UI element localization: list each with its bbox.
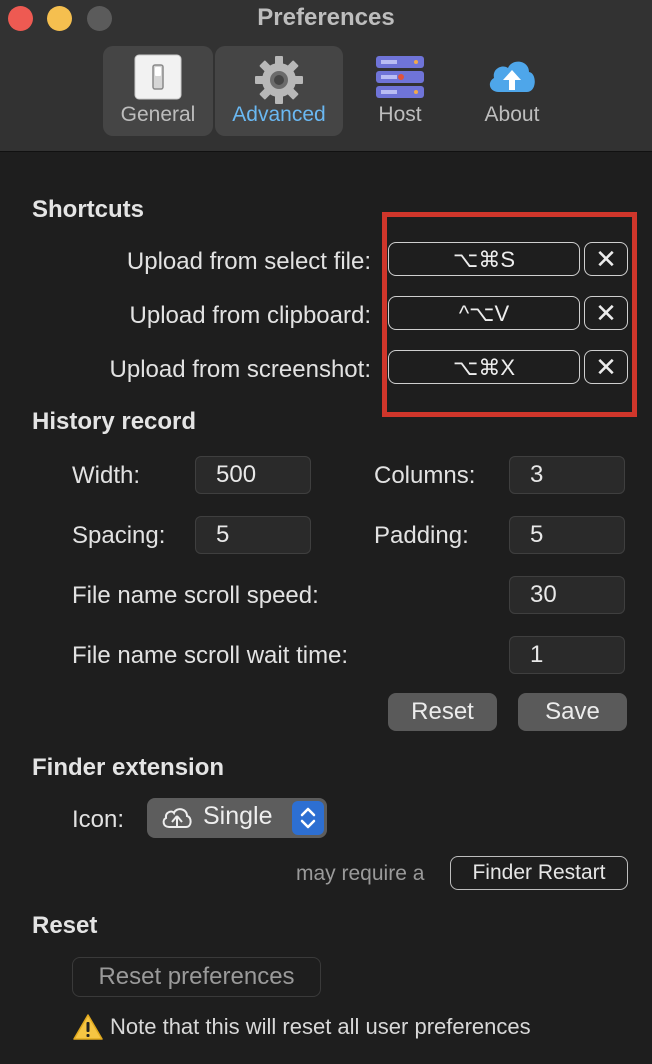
restart-hint: may require a — [296, 862, 425, 885]
width-label: Width: — [72, 462, 141, 489]
warning-icon — [73, 1013, 103, 1046]
shortcut-label-clipboard: Upload from clipboard: — [129, 302, 371, 329]
columns-field[interactable]: 3 — [509, 456, 625, 494]
reset-history-button[interactable]: Reset — [388, 693, 497, 731]
cloud-icon — [161, 806, 193, 835]
scroll-wait-time-field[interactable]: 1 — [509, 636, 625, 674]
reset-preferences-button[interactable]: Reset preferences — [72, 957, 321, 997]
tab-host-label: Host — [378, 103, 422, 126]
tab-about[interactable]: About — [457, 46, 567, 136]
tab-advanced[interactable]: Advanced — [215, 46, 343, 136]
cloud-upload-icon — [485, 54, 539, 103]
padding-label: Padding: — [374, 522, 469, 549]
toolbar: Preferences General Advanced Host About — [0, 0, 652, 152]
scroll-speed-label: File name scroll speed: — [72, 582, 319, 609]
icon-style-popup[interactable]: Single — [147, 798, 327, 838]
columns-label: Columns: — [374, 462, 476, 489]
server-icon — [375, 54, 425, 105]
reset-note: Note that this will reset all user prefe… — [110, 1014, 531, 1039]
highlight-annotation-box — [382, 212, 637, 417]
history-record-heading: History record — [32, 408, 197, 435]
spacing-field[interactable]: 5 — [195, 516, 311, 554]
shortcut-label-screenshot: Upload from screenshot: — [109, 356, 371, 383]
tab-general[interactable]: General — [103, 46, 213, 136]
switch-icon — [134, 54, 182, 105]
finder-extension-heading: Finder extension — [32, 754, 225, 781]
padding-field[interactable]: 5 — [509, 516, 625, 554]
reset-heading: Reset — [32, 912, 98, 939]
tab-general-label: General — [120, 103, 196, 126]
tab-host[interactable]: Host — [345, 46, 455, 136]
tab-about-label: About — [484, 103, 540, 126]
shortcuts-heading: Shortcuts — [32, 196, 145, 223]
spacing-label: Spacing: — [72, 522, 166, 549]
scroll-wait-time-label: File name scroll wait time: — [72, 642, 349, 669]
window-title: Preferences — [257, 4, 395, 31]
finder-restart-button[interactable]: Finder Restart — [450, 856, 628, 890]
scroll-speed-field[interactable]: 30 — [509, 576, 625, 614]
width-field[interactable]: 500 — [195, 456, 311, 494]
shortcut-label-select-file: Upload from select file: — [126, 248, 371, 275]
icon-label: Icon: — [72, 806, 125, 833]
icon-style-value: Single — [203, 802, 273, 830]
save-history-button[interactable]: Save — [518, 693, 627, 731]
popup-stepper-icon — [292, 801, 324, 835]
tab-advanced-label: Advanced — [232, 103, 326, 126]
